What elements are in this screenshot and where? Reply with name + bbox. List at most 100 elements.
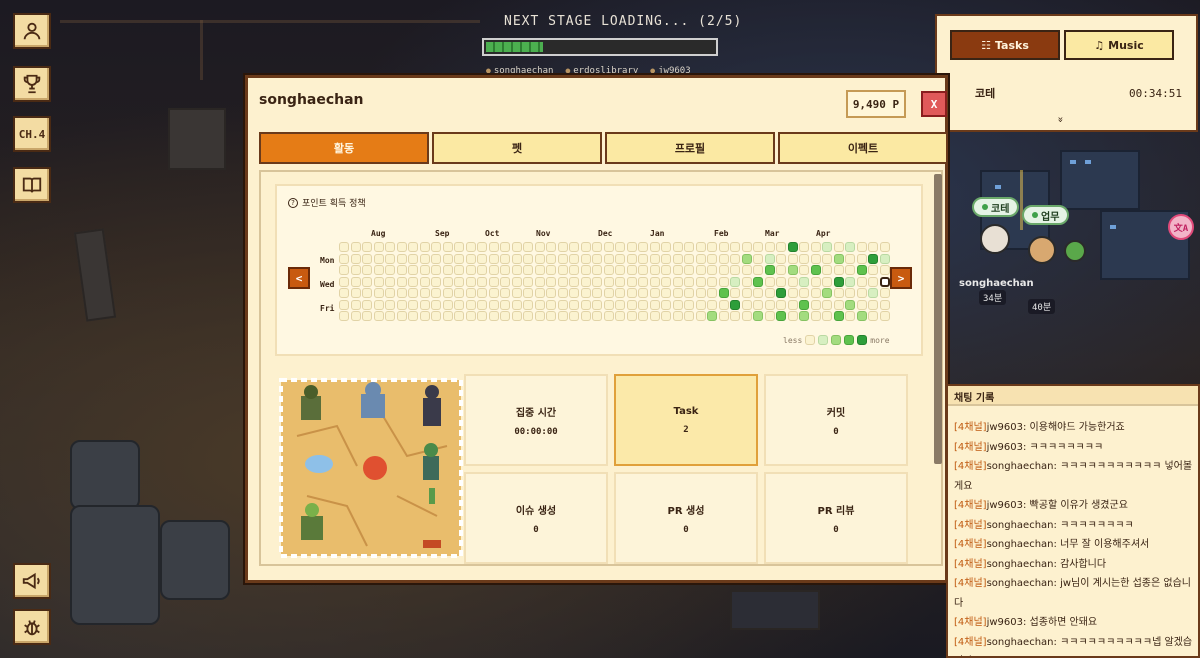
contribution-cell [419, 276, 430, 287]
stat-label: Task [673, 405, 699, 417]
contribution-cell [626, 265, 637, 275]
tab-profile[interactable]: 프로필 [605, 132, 775, 164]
tab-tasks[interactable]: ☷ Tasks [950, 30, 1060, 60]
contribution-cell [661, 265, 671, 275]
contribution-cell [511, 311, 522, 321]
contribution-cell [603, 299, 614, 310]
contribution-cell [523, 265, 533, 275]
contribution-cell [615, 253, 625, 264]
tab-effect[interactable]: 이펙트 [778, 132, 948, 164]
contribution-cell [408, 253, 418, 264]
contribution-cell [373, 253, 384, 264]
contribution-cell [799, 253, 809, 264]
chat-channel: [4채널] [954, 500, 987, 511]
tab-music[interactable]: ♫ Music [1064, 30, 1174, 60]
contribution-cell [408, 311, 418, 321]
contribution-cell [856, 276, 867, 287]
contribution-cell [615, 311, 625, 321]
contribution-cell [569, 288, 579, 298]
contribution-cell [799, 265, 809, 275]
contribution-cell [764, 265, 775, 275]
contribution-cell [339, 242, 349, 252]
contribution-cell [339, 276, 349, 287]
contribution-cell [546, 288, 556, 298]
contribution-cell [649, 276, 660, 287]
contribution-cell [649, 299, 660, 310]
contribution-cell [741, 242, 752, 252]
contribution-cell [557, 311, 568, 321]
contribution-cell [776, 276, 786, 287]
bug-report-button[interactable] [13, 609, 51, 645]
contribution-cell [454, 242, 464, 252]
ranking-button[interactable] [13, 66, 51, 102]
profile-button[interactable] [13, 13, 51, 49]
chat-message: [4채널]songhaechan: ㅋㅋㅋㅋㅋㅋㅋㅋㅋㅋㅋ 넣어볼게요 [954, 457, 1194, 496]
modal-scrollbar[interactable] [934, 174, 942, 464]
contribution-cell [672, 242, 683, 252]
contribution-cell [638, 253, 648, 264]
announcement-button[interactable] [13, 563, 51, 599]
player-name: songhaechan [959, 278, 1034, 289]
task-row[interactable]: 코테 00:34:51 [937, 78, 1196, 108]
contribution-cell [845, 299, 855, 310]
contribution-cell [442, 242, 453, 252]
music-note-icon: ♫ [1094, 38, 1105, 52]
contribution-cell [500, 253, 510, 264]
contribution-cell [730, 276, 740, 287]
player-avatar[interactable] [1064, 240, 1086, 262]
tab-activity[interactable]: 활동 [259, 132, 429, 164]
contribution-cell [638, 288, 648, 298]
contribution-cell [856, 253, 867, 264]
contribution-cell [879, 311, 890, 321]
contribution-cell [419, 299, 430, 310]
prev-period-button[interactable]: < [288, 267, 310, 289]
chevron-down-icon: » [1054, 116, 1066, 123]
contribution-cell [661, 253, 671, 264]
month-label: Nov [536, 229, 551, 238]
contribution-cell [580, 265, 591, 275]
contribution-cell [546, 253, 556, 264]
stat-commit: 커밋 0 [764, 374, 908, 466]
contribution-cell [833, 265, 844, 275]
contribution-cell [477, 253, 487, 264]
contribution-cell [488, 276, 499, 287]
chat-scroll-area[interactable]: [4채널]jw9603: 이용해야드 가능한거죠 [4채널]jw9603: ㅋㅋㅋ… [948, 408, 1198, 656]
guide-button[interactable] [13, 167, 51, 203]
contribution-cell [488, 299, 499, 310]
chat-message: [4채널]songhaechan: jw님이 계시는한 섭종은 없습니다 [954, 574, 1194, 613]
player-avatar[interactable] [1028, 236, 1056, 264]
contribution-cell [626, 276, 637, 287]
task-name: 코테 [975, 87, 996, 100]
contribution-cell [385, 253, 395, 264]
status-bubble: 업무 [1022, 205, 1070, 225]
expand-panel-button[interactable]: » [1054, 114, 1066, 125]
stat-focus-time: 집중 시간 00:00:00 [464, 374, 608, 466]
contribution-cell [776, 299, 786, 310]
next-period-button[interactable]: > [890, 267, 912, 289]
contribution-cell [488, 311, 499, 321]
chat-message-list: [4채널]jw9603: 이용해야드 가능한거죠 [4채널]jw9603: ㅋㅋㅋ… [948, 418, 1198, 656]
contribution-cell [764, 288, 775, 298]
contribution-cell [373, 265, 384, 275]
chapter-button[interactable]: CH.4 [13, 116, 51, 152]
contribution-cell [845, 311, 855, 321]
contribution-cell [385, 299, 395, 310]
chat-text: 너무 잘 이용해주셔서 [1060, 539, 1150, 550]
chat-message: [4채널]jw9603: ㅋㅋㅋㅋㅋㅋㅋㅋ [954, 438, 1194, 458]
player-avatar[interactable] [980, 224, 1010, 254]
contribution-cell [534, 242, 545, 252]
contribution-cell [638, 276, 648, 287]
chat-channel: [4채널] [954, 558, 987, 570]
contribution-cell [845, 253, 855, 264]
close-button[interactable]: X [921, 91, 947, 117]
contribution-cell [488, 288, 499, 298]
contribution-cell [454, 299, 464, 310]
contribution-cell [500, 311, 510, 321]
translate-button[interactable]: 文A [1168, 214, 1194, 240]
contribution-cell [638, 242, 648, 252]
point-policy-link[interactable]: ? 포인트 획득 정책 [288, 196, 366, 209]
tab-pet[interactable]: 펫 [432, 132, 602, 164]
contribution-cell [684, 311, 694, 321]
contribution-cell [868, 276, 878, 287]
contribution-cell [500, 265, 510, 275]
